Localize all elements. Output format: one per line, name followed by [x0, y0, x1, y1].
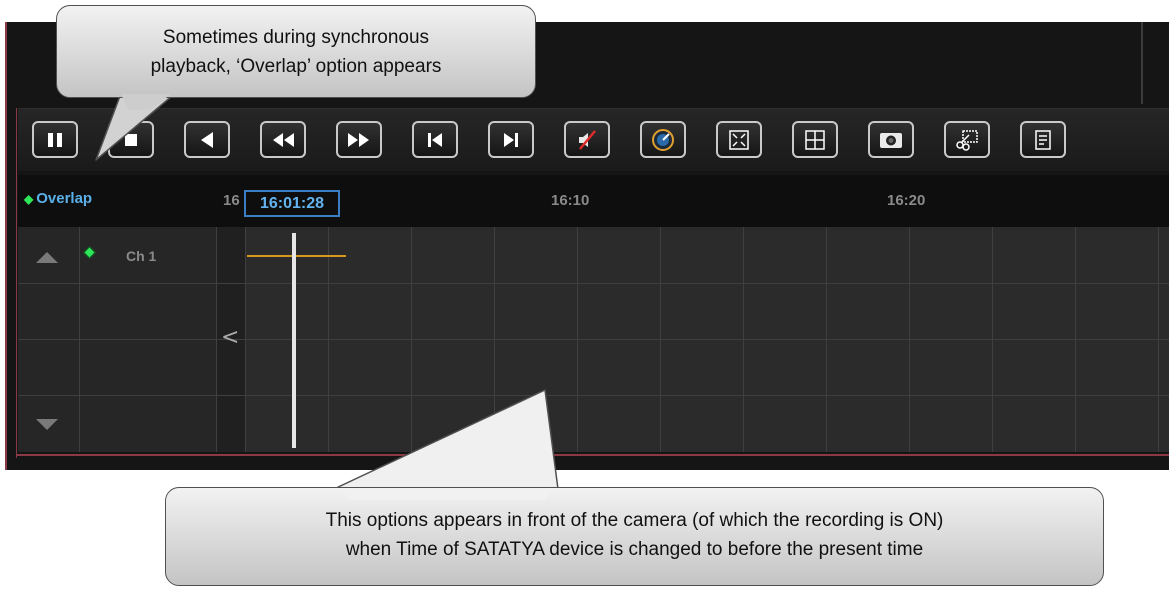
fullscreen-icon [729, 129, 749, 150]
collapse-arrow-icon[interactable]: < [221, 325, 239, 350]
callout-bottom: This options appears in front of the cam… [165, 487, 1104, 586]
callout-top: Sometimes during synchronous playback, ‘… [56, 5, 536, 98]
pause-button[interactable] [32, 121, 78, 158]
skip-next-button[interactable] [488, 121, 534, 158]
grid-col-line [992, 227, 993, 452]
recording-segment [247, 255, 346, 257]
callout-bottom-line2: when Time of SATATYA device is changed t… [345, 539, 924, 560]
grid-row-line [18, 395, 1169, 396]
grid-col-line [1075, 227, 1076, 452]
overlap-dot-icon: ◆ [24, 192, 34, 206]
panel-border-bottom [16, 454, 1169, 456]
grid-col-line [328, 227, 329, 452]
callout-bottom-line1: This options appears in front of the cam… [325, 510, 944, 531]
callout-top-line2: playback, ‘Overlap’ option appears [150, 56, 442, 77]
mute-icon [579, 129, 596, 150]
fast-forward-button[interactable] [336, 121, 382, 158]
panel-inner-border-left [16, 108, 17, 458]
reverse-play-button[interactable] [184, 121, 230, 158]
time-tick-label: 16 [223, 192, 240, 209]
time-tick-label: 16:20 [887, 192, 926, 209]
mute-button[interactable] [564, 121, 610, 158]
grid-col-line [1158, 227, 1159, 452]
layout-grid-icon [805, 129, 825, 150]
grid-col-line [826, 227, 827, 452]
pause-icon [48, 132, 62, 147]
grid-col-line [577, 227, 578, 452]
channel-label: Ch 1 [126, 248, 157, 264]
grid-col-line [743, 227, 744, 452]
fullscreen-button[interactable] [716, 121, 762, 158]
timeline-grid[interactable]: Ch 1 < [18, 227, 1169, 452]
notes-button[interactable] [1020, 121, 1066, 158]
playback-toolbar [18, 108, 1169, 171]
time-tick-label: 16:10 [551, 192, 590, 209]
callout-top-line1: Sometimes during synchronous [162, 27, 430, 48]
video-area-divider [1141, 22, 1143, 104]
grid-col-line [909, 227, 910, 452]
snapshot-camera-icon [880, 132, 902, 148]
rewind-icon [273, 132, 294, 147]
stop-button[interactable] [108, 121, 154, 158]
rewind-button[interactable] [260, 121, 306, 158]
grid-row-line [18, 339, 1169, 340]
skip-previous-button[interactable] [412, 121, 458, 158]
snapshot-button[interactable] [868, 121, 914, 158]
fast-forward-icon [348, 132, 369, 147]
skip-next-icon [504, 132, 518, 147]
speed-gauge-icon [652, 128, 674, 151]
current-time-indicator: 16:01:28 [244, 190, 340, 217]
clip-cut-icon [956, 129, 978, 151]
playhead[interactable] [292, 233, 296, 448]
grid-col-line [494, 227, 495, 452]
overlap-label: Overlap [36, 190, 93, 207]
panel-border-left [5, 22, 7, 470]
timeline-header: ◆ Overlap 16 16:10 16:20 16:01:28 [18, 175, 1169, 227]
scroll-down-icon[interactable] [36, 419, 58, 431]
grid-col-line [411, 227, 412, 452]
stop-icon [125, 133, 137, 146]
notes-icon [1035, 129, 1051, 150]
reverse-play-icon [201, 131, 213, 148]
layout-button[interactable] [792, 121, 838, 158]
overlap-option[interactable]: ◆ Overlap [24, 190, 92, 207]
grid-col-line [660, 227, 661, 452]
scroll-up-icon[interactable] [36, 251, 58, 263]
grid-col-line [79, 227, 80, 452]
speed-button[interactable] [640, 121, 686, 158]
grid-row-line [18, 283, 1169, 284]
clip-button[interactable] [944, 121, 990, 158]
skip-previous-icon [428, 132, 442, 147]
